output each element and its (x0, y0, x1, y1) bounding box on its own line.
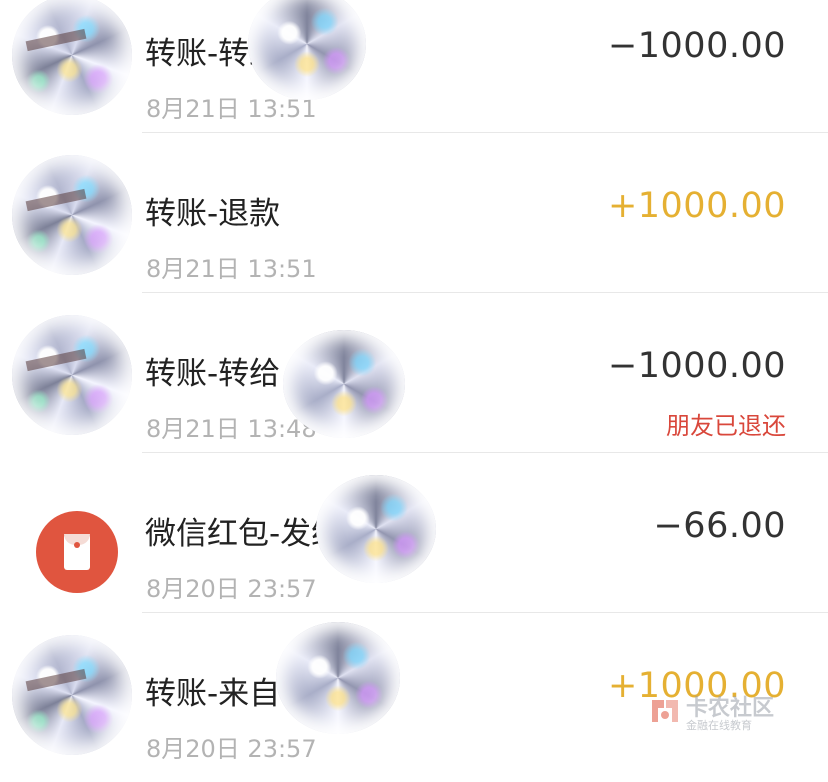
privacy-blur-overlay (283, 330, 405, 438)
watermark: 卡农社区 金融在线教育 (648, 690, 798, 736)
refund-status-note: 朋友已退还 (666, 412, 786, 440)
transaction-amount: −1000.00 (607, 26, 786, 66)
avatar (12, 635, 132, 755)
transaction-title: 转账-退款 (145, 196, 281, 232)
transaction-amount: −66.00 (653, 506, 786, 546)
privacy-blur-overlay (276, 622, 400, 734)
transaction-row[interactable]: 转账-转给 8月21日 13:51 −1000.00 (0, 0, 828, 133)
transaction-time: 8月21日 13:51 (146, 255, 317, 283)
red-packet-icon (36, 511, 118, 593)
transaction-amount: +1000.00 (607, 186, 786, 226)
transaction-row[interactable]: 转账-转给 8月21日 13:48 −1000.00 朋友已退还 (0, 293, 828, 453)
avatar (12, 155, 132, 275)
privacy-blur-overlay (316, 475, 436, 583)
transaction-list: 转账-转给 8月21日 13:51 −1000.00 转账-退款 8月21日 1… (0, 0, 828, 782)
avatar (12, 315, 132, 435)
envelope-icon (64, 534, 90, 570)
watermark-tagline: 金融在线教育 (686, 719, 752, 732)
transaction-row[interactable]: 转账-退款 8月21日 13:51 +1000.00 (0, 133, 828, 293)
transaction-title: 转账-转给 (145, 356, 281, 392)
transaction-time: 8月20日 23:57 (146, 575, 317, 603)
kanong-logo-icon (652, 700, 678, 722)
transaction-time: 8月21日 13:48 (146, 415, 317, 443)
transaction-title: 转账-来自 (145, 676, 281, 712)
transaction-title: 微信红包-发给 (145, 516, 343, 552)
transaction-amount: −1000.00 (607, 346, 786, 386)
transaction-time: 8月20日 23:57 (146, 735, 317, 763)
avatar (12, 0, 132, 115)
